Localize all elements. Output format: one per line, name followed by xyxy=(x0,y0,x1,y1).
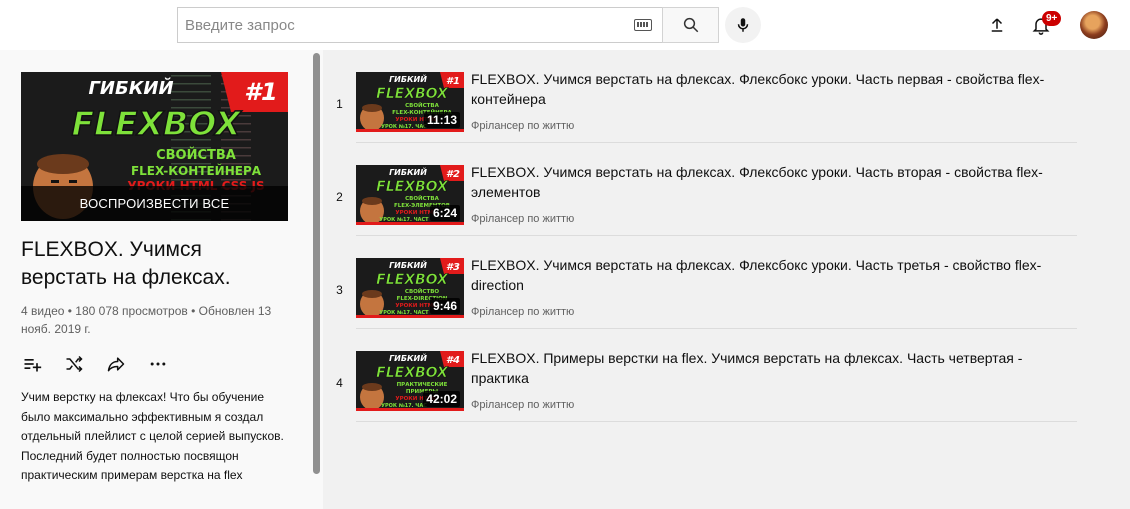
thumb-number: #3 xyxy=(446,262,460,273)
video-channel[interactable]: Фрілансер по життю xyxy=(471,399,574,411)
search-button[interactable] xyxy=(662,7,719,43)
video-title[interactable]: FLEXBOX. Учимся верстать на флексах. Фле… xyxy=(471,256,1077,295)
share-icon xyxy=(107,357,125,372)
add-to-queue-icon xyxy=(24,359,42,372)
mic-icon xyxy=(737,18,749,32)
playlist-actions xyxy=(21,352,169,376)
video-index: 4 xyxy=(336,376,343,390)
playlist-stats: 4 видео • 180 078 просмотров • Обновлен … xyxy=(21,304,272,336)
shuffle-button[interactable] xyxy=(63,353,85,375)
thumb-top-text: ГИБКИЙ xyxy=(389,259,427,270)
thumb-big-text: FLEXBOX xyxy=(376,86,449,102)
thumb-line1: СВОЙСТВА xyxy=(405,101,439,109)
thumb-line1: СВОЙСТВА xyxy=(156,147,236,163)
play-all-button[interactable]: ВОСПРОИЗВЕСТИ ВСЕ xyxy=(21,186,288,221)
thumb-top-text: ГИБКИЙ xyxy=(389,166,427,177)
upload-icon xyxy=(991,18,1003,32)
list-item[interactable]: 1 #1 ГИБКИЙ FLEXBOX СВОЙСТВА FLEX-КОНТЕЙ… xyxy=(323,50,1077,143)
playlist-title[interactable]: FLEXBOX. Учимся верстать на флексах. xyxy=(21,236,281,292)
thumb-top-text: ГИБКИЙ xyxy=(389,352,427,363)
shuffle-icon xyxy=(66,355,83,373)
thumb-top-text: ГИБКИЙ xyxy=(389,73,427,84)
thumb-number: #4 xyxy=(446,355,460,366)
search-icon xyxy=(683,17,698,33)
video-thumbnail[interactable]: #3 ГИБКИЙ FLEXBOX СВОЙСТВО FLEX-DIRECTIO… xyxy=(356,258,464,318)
more-button[interactable] xyxy=(147,353,169,375)
video-duration: 11:13 xyxy=(423,112,460,128)
video-index: 2 xyxy=(336,190,343,204)
thumb-line1: ПРАКТИЧЕСКИЕ xyxy=(397,382,448,388)
divider xyxy=(356,421,1077,422)
upload-button[interactable] xyxy=(985,13,1009,37)
video-duration: 6:24 xyxy=(429,205,460,221)
list-item[interactable]: 2 #2 ГИБКИЙ FLEXBOX СВОЙСТВА FLEX-ЭЛЕМЕН… xyxy=(323,143,1077,236)
list-item[interactable]: 3 #3 ГИБКИЙ FLEXBOX СВОЙСТВО FLEX-DIRECT… xyxy=(323,236,1077,329)
video-thumbnail[interactable]: #1 ГИБКИЙ FLEXBOX СВОЙСТВА FLEX-КОНТЕЙНЕ… xyxy=(356,72,464,132)
playlist-description: Учим верстку на флексах! Что бы обучение… xyxy=(21,390,284,482)
sidebar-scrollbar[interactable] xyxy=(313,53,320,474)
keyboard-icon[interactable] xyxy=(634,19,652,31)
video-title[interactable]: FLEXBOX. Учимся верстать на флексах. Фле… xyxy=(471,163,1077,202)
notification-badge: 9+ xyxy=(1042,11,1062,26)
video-duration: 42:02 xyxy=(423,391,460,407)
thumb-top-text: ГИБКИЙ xyxy=(88,77,173,99)
thumb-line1: СВОЙСТВО xyxy=(405,287,439,295)
thumb-big-text: FLEXBOX xyxy=(376,365,449,381)
video-thumbnail[interactable]: #2 ГИБКИЙ FLEXBOX СВОЙСТВА FLEX-ЭЛЕМЕНТО… xyxy=(356,165,464,225)
top-bar: 9+ xyxy=(0,0,1130,50)
search-input[interactable] xyxy=(178,8,618,42)
video-index: 3 xyxy=(336,283,343,297)
thumb-number: #1 xyxy=(244,78,277,106)
thumb-big-text: FLEXBOX xyxy=(376,272,449,288)
video-duration: 9:46 xyxy=(429,298,460,314)
thumb-big-text: FLEXBOX xyxy=(71,104,242,143)
thumb-number: #2 xyxy=(446,169,460,180)
thumb-line2: FLEX-КОНТЕЙНЕРА xyxy=(131,163,262,178)
video-channel[interactable]: Фрілансер по життю xyxy=(471,120,574,132)
playlist-thumbnail[interactable]: #1 ГИБКИЙ FLEXBOX СВОЙСТВА FLEX-КОНТЕЙНЕ… xyxy=(21,72,288,221)
playlist-sidebar: #1 ГИБКИЙ FLEXBOX СВОЙСТВА FLEX-КОНТЕЙНЕ… xyxy=(0,50,323,509)
add-to-queue-button[interactable] xyxy=(21,353,43,375)
video-list: 1 #1 ГИБКИЙ FLEXBOX СВОЙСТВА FLEX-КОНТЕЙ… xyxy=(323,50,1130,509)
video-channel[interactable]: Фрілансер по життю xyxy=(471,306,574,318)
video-channel[interactable]: Фрілансер по життю xyxy=(471,213,574,225)
voice-search-button[interactable] xyxy=(725,7,761,43)
share-button[interactable] xyxy=(105,353,127,375)
video-title[interactable]: FLEXBOX. Примеры верстки на flex. Учимся… xyxy=(471,349,1077,388)
thumb-line1: СВОЙСТВА xyxy=(405,194,439,202)
search-box[interactable] xyxy=(177,7,662,43)
video-index: 1 xyxy=(336,97,343,111)
video-title[interactable]: FLEXBOX. Учимся верстать на флексах. Фле… xyxy=(471,70,1077,109)
thumb-big-text: FLEXBOX xyxy=(376,179,449,195)
more-icon xyxy=(150,362,166,366)
thumb-number: #1 xyxy=(446,76,460,87)
video-thumbnail[interactable]: #4 ГИБКИЙ FLEXBOX ПРАКТИЧЕСКИЕ ПРИМЕРЫ У… xyxy=(356,351,464,411)
list-item[interactable]: 4 #4 ГИБКИЙ FLEXBOX ПРАКТИЧЕСКИЕ ПРИМЕРЫ… xyxy=(323,329,1077,422)
avatar[interactable] xyxy=(1080,11,1108,39)
